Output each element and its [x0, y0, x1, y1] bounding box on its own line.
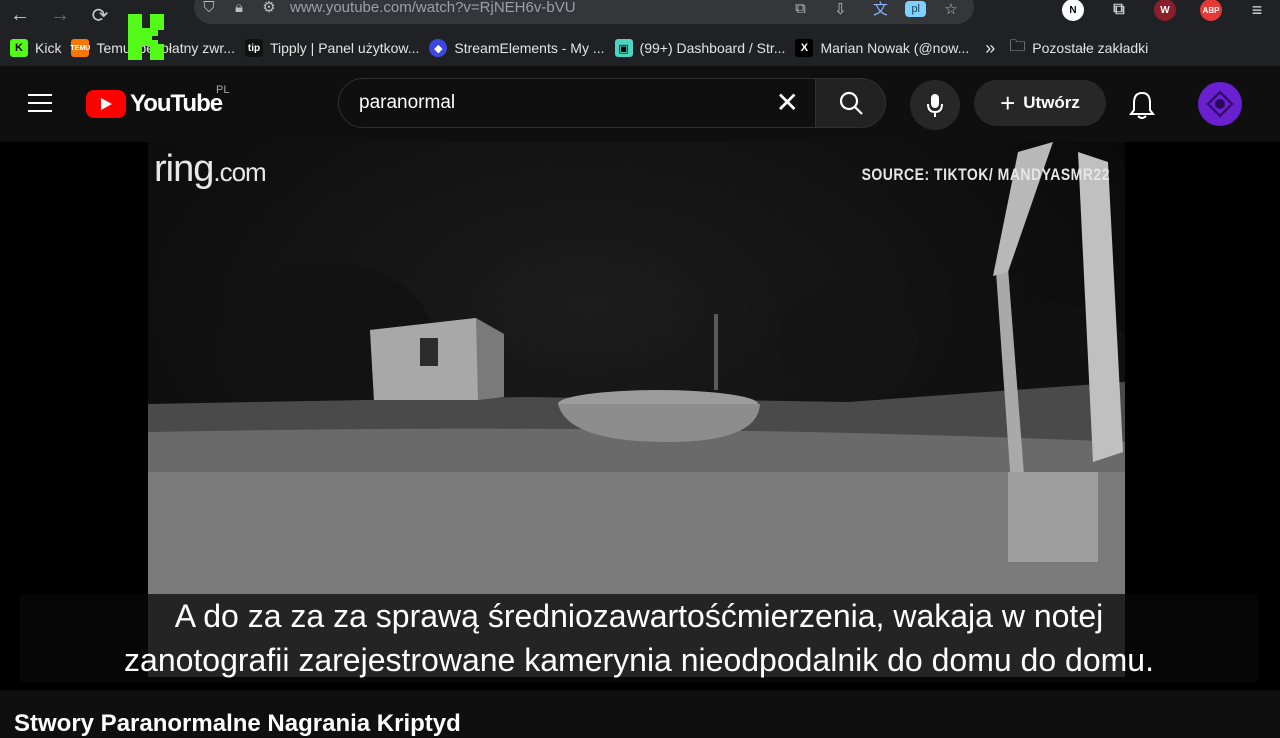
kick-icon: K	[10, 39, 28, 57]
clear-search-icon[interactable]: ✕	[776, 89, 799, 117]
kick-overlay-logo	[128, 14, 164, 60]
lock-icon: 🔒︎	[235, 0, 243, 16]
download-icon[interactable]: ⇩	[825, 0, 855, 18]
play-logo-icon	[86, 90, 126, 118]
other-bookmarks-folder[interactable]: 🗀︎ Pozostałe zakładki	[1009, 35, 1148, 62]
install-app-icon[interactable]: ⧉	[785, 0, 815, 17]
youtube-header: YouTube PL paranormal ✕ + Utwórz	[0, 66, 1280, 142]
region-label: PL	[216, 84, 230, 96]
tip-icon: tip	[244, 39, 263, 57]
adblock-plus-icon[interactable]: ABP	[1200, 0, 1222, 21]
temu-icon: TEMU	[71, 39, 90, 57]
search-query[interactable]: paranormal	[359, 92, 455, 114]
translate-icon[interactable]: 文	[865, 0, 895, 19]
video-player[interactable]: ring.com SOURCE: TIKTOK/ MANDYASMR22 A d…	[0, 142, 1280, 690]
youtube-logo[interactable]: YouTube	[86, 90, 223, 118]
video-info: Stwory Paranormalne Nagrania Kriptyd	[0, 690, 1280, 737]
url-text[interactable]: www.youtube.com/watch?v=RjNEH6v-bVU	[290, 0, 576, 16]
bookmark-dashboard[interactable]: ▣ (99+) Dashboard / Str...	[614, 39, 785, 57]
dashboard-icon: ▣	[614, 39, 633, 57]
avatar[interactable]	[1198, 82, 1242, 126]
bookmark-kick[interactable]: K Kick	[10, 39, 61, 57]
streamelements-icon: ◆	[429, 39, 448, 57]
caption-line-2: zanotografii zarejestrowane kamerynia ni…	[124, 642, 1154, 678]
plus-icon: +	[1000, 88, 1016, 118]
search-button[interactable]	[816, 78, 886, 128]
bookmark-x-profile[interactable]: X Marian Nowak (@now...	[795, 39, 969, 57]
caption-line-1: A do za za za sprawą średniozawartośćmie…	[174, 598, 1104, 634]
voice-search-button[interactable]	[910, 80, 960, 130]
search-icon	[839, 91, 863, 115]
folder-icon: 🗀︎	[1009, 37, 1026, 55]
ring-watermark: ring.com	[154, 148, 267, 190]
bookmark-tipply[interactable]: tip Tipply | Panel użytkow...	[244, 39, 419, 57]
browser-toolbar: ← → ⟳ ⛉ 🔒︎ ⚙︎ www.youtube.com/watch?v=Rj…	[0, 0, 1280, 30]
video-captions: A do za za za sprawą średniozawartośćmie…	[20, 594, 1258, 682]
bookmark-star-icon[interactable]: ☆	[936, 0, 966, 18]
reload-button[interactable]: ⟳	[80, 5, 120, 27]
avatar-emblem-icon	[1206, 90, 1234, 118]
bookmarks-more-button[interactable]: »	[985, 38, 995, 59]
hamburger-menu-icon[interactable]	[28, 94, 52, 118]
search-input[interactable]: paranormal ✕	[338, 78, 816, 128]
create-button[interactable]: + Utwórz	[974, 80, 1106, 126]
address-bar[interactable]: ⛉ 🔒︎ ⚙︎ www.youtube.com/watch?v=RjNEH6v-…	[194, 0, 974, 24]
site-settings-icon[interactable]: ⚙︎	[254, 0, 284, 16]
shield-icon: ⛉	[203, 0, 215, 16]
extension-n-icon[interactable]: N	[1062, 0, 1084, 21]
translate-badge[interactable]: pl	[905, 0, 926, 17]
back-button[interactable]: ←	[0, 4, 40, 26]
bookmark-streamelements[interactable]: ◆ StreamElements - My ...	[429, 39, 605, 57]
notifications-bell-icon[interactable]	[1128, 90, 1156, 125]
x-icon: X	[795, 39, 814, 57]
video-title: Stwory Paranormalne Nagrania Kriptyd	[14, 710, 461, 737]
extensions-puzzle-icon[interactable]: ⧉	[1108, 0, 1130, 21]
bookmarks-bar: K Kick TEMU Temu: bezpłatny zwr... tip T…	[0, 30, 1280, 67]
extension-w-icon[interactable]: W	[1154, 0, 1176, 21]
source-credit: SOURCE: TIKTOK/ MANDYASMR22	[861, 164, 1110, 184]
browser-menu-icon[interactable]: ≡	[1246, 0, 1268, 21]
microphone-icon	[927, 94, 943, 117]
forward-button[interactable]: →	[40, 4, 80, 26]
